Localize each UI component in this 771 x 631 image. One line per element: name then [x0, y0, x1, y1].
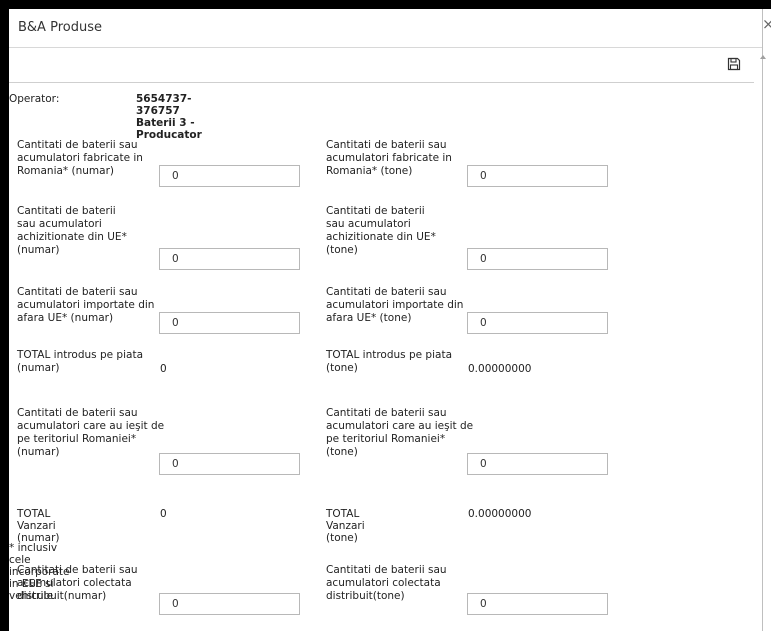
ue-tone-input[interactable]	[467, 248, 608, 270]
total-piata-numar-value: 0	[160, 363, 167, 375]
col-numar-input[interactable]	[159, 593, 300, 615]
iesit-numar-label: Cantitati de baterii sau acumulatori car…	[17, 407, 165, 458]
window-frame-left	[0, 0, 9, 631]
save-button[interactable]	[727, 57, 741, 71]
total-vanzari-numar-value: 0	[160, 508, 167, 520]
dialog-title-bar: B&A Produse	[9, 9, 762, 48]
total-piata-tone-value: 0.00000000	[468, 363, 532, 375]
col-tone-input[interactable]	[467, 593, 608, 615]
total-vanzari-numar-label: TOTAL Vanzari (numar)	[17, 508, 60, 544]
imp-tone-input[interactable]	[467, 312, 608, 334]
operator-value: 5654737-376757 Baterii 3 - Producator	[136, 93, 202, 141]
window-frame-top	[0, 0, 771, 9]
close-icon[interactable]: ×	[762, 17, 771, 32]
total-piata-numar-label: TOTAL introdus pe piata (numar)	[17, 349, 144, 374]
dialog-title: B&A Produse	[18, 20, 102, 35]
fab-tone-label: Cantitati de baterii sau acumulatori fab…	[326, 139, 452, 177]
imp-tone-label: Cantitati de baterii sau acumulatori imp…	[326, 286, 464, 324]
total-piata-tone-label: TOTAL introdus pe piata (tone)	[326, 349, 453, 374]
ue-tone-label: Cantitati de baterii sau acumulatori ach…	[326, 205, 436, 256]
col-tone-label: Cantitati de baterii sau acumulatori col…	[326, 564, 447, 602]
floppy-disk-icon	[727, 57, 741, 71]
fab-numar-input[interactable]	[159, 165, 300, 187]
operator-label: Operator:	[9, 93, 60, 105]
iesit-tone-label: Cantitati de baterii sau acumulatori car…	[326, 407, 474, 458]
fab-numar-label: Cantitati de baterii sau acumulatori fab…	[17, 139, 143, 177]
ue-numar-label: Cantitati de baterii sau acumulatori ach…	[17, 205, 127, 256]
imp-numar-input[interactable]	[159, 312, 300, 334]
total-vanzari-tone-value: 0.00000000	[468, 508, 532, 520]
total-vanzari-tone-label: TOTAL Vanzari (tone)	[326, 508, 365, 544]
scroll-up-arrow[interactable]	[760, 55, 766, 59]
toolbar	[9, 48, 754, 83]
fab-tone-input[interactable]	[467, 165, 608, 187]
ue-numar-input[interactable]	[159, 248, 300, 270]
col-numar-label: Cantitati de baterii sau acumulatori col…	[17, 564, 138, 602]
imp-numar-label: Cantitati de baterii sau acumulatori imp…	[17, 286, 155, 324]
iesit-tone-input[interactable]	[467, 453, 608, 475]
iesit-numar-input[interactable]	[159, 453, 300, 475]
